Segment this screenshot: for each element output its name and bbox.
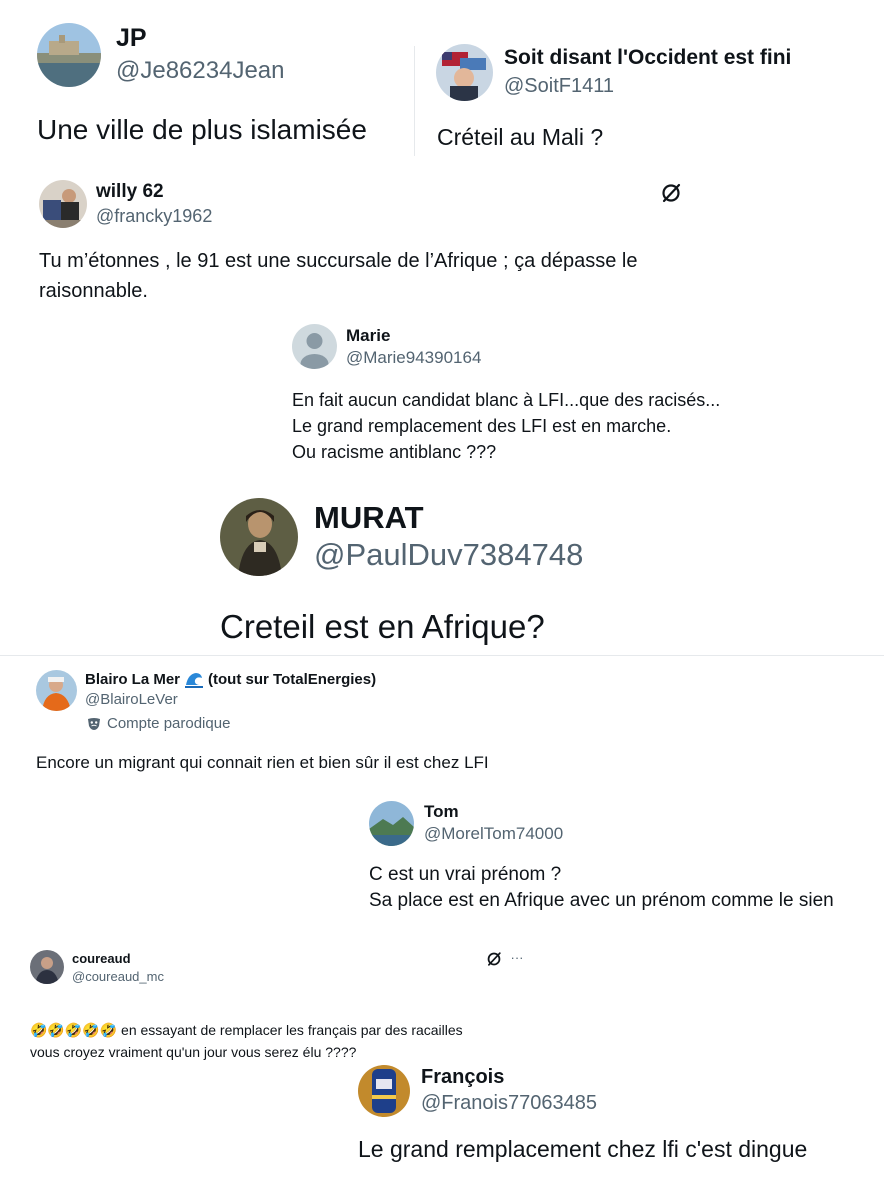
more-options-icon[interactable]: ··· xyxy=(508,949,526,965)
tweet-text: Tu m’étonnes , le 91 est une succursale … xyxy=(39,250,638,302)
handle[interactable]: @Franois77063485 xyxy=(421,1092,597,1115)
tweet-text: Encore un migrant qui connait rien et bi… xyxy=(36,753,489,772)
tweet-text: Une ville de plus islamisée xyxy=(37,114,367,145)
handle[interactable]: @MorelTom74000 xyxy=(424,824,563,844)
vertical-divider xyxy=(414,46,415,156)
tweet-text: Le grand remplacement chez lfi c'est din… xyxy=(358,1136,808,1162)
horizontal-divider xyxy=(0,655,884,656)
handle[interactable]: @Je86234Jean xyxy=(116,57,285,85)
display-name[interactable]: willy 62 xyxy=(96,181,164,203)
badge-label: Compte parodique xyxy=(107,715,231,732)
handle[interactable]: @PaulDuv7384748 xyxy=(314,537,583,573)
handle[interactable]: @BlairoLeVer xyxy=(85,691,178,708)
grok-icon[interactable] xyxy=(486,951,502,967)
handle[interactable]: @francky1962 xyxy=(96,206,212,227)
display-name[interactable]: JP xyxy=(116,24,147,53)
theater-mask-icon xyxy=(87,717,101,731)
avatar[interactable] xyxy=(37,23,101,87)
avatar[interactable] xyxy=(39,180,87,228)
display-name[interactable]: François xyxy=(421,1066,504,1089)
avatar[interactable] xyxy=(30,950,64,984)
emoji-laughing: 🤣🤣🤣🤣🤣 xyxy=(30,1023,118,1039)
display-name[interactable]: MURAT xyxy=(314,500,424,536)
display-name[interactable]: Soit disant l'Occident est fini xyxy=(504,46,791,70)
display-name-suffix: (tout sur TotalEnergies) xyxy=(208,670,377,688)
avatar[interactable] xyxy=(358,1065,410,1117)
avatar[interactable] xyxy=(36,670,77,711)
display-name[interactable]: Marie xyxy=(346,326,390,346)
avatar[interactable] xyxy=(436,44,493,101)
tweet-text: 🤣🤣🤣🤣🤣 en essayant de remplacer les franç… xyxy=(30,999,463,1063)
display-name[interactable]: Tom xyxy=(424,802,459,822)
avatar[interactable] xyxy=(220,498,298,576)
grok-icon[interactable] xyxy=(660,182,682,204)
avatar[interactable] xyxy=(369,801,414,846)
tweet-text: En fait aucun candidat blanc à LFI...que… xyxy=(292,390,721,462)
display-name[interactable]: coureaud xyxy=(72,951,131,966)
wave-emoji-icon xyxy=(185,670,204,688)
tweet-text: C est un vrai prénom ? Sa place est en A… xyxy=(369,864,834,911)
tweet-text: Creteil est en Afrique? xyxy=(220,608,545,645)
handle[interactable]: @SoitF1411 xyxy=(504,75,614,98)
handle[interactable]: @coureaud_mc xyxy=(72,969,164,984)
tweet-text: Créteil au Mali ? xyxy=(437,124,604,150)
display-name[interactable]: Blairo La Mer xyxy=(85,671,180,688)
avatar[interactable] xyxy=(292,324,337,369)
handle[interactable]: @Marie94390164 xyxy=(346,348,481,368)
parody-badge: Compte parodique xyxy=(87,715,230,732)
